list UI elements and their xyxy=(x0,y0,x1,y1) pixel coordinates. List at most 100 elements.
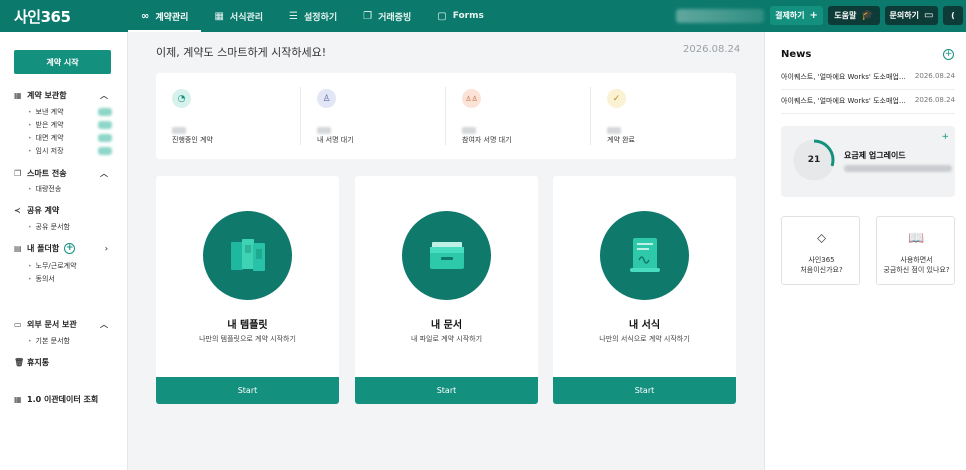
status-label: 참여자 서명 대기 xyxy=(462,136,512,144)
chat-icon: ▭ xyxy=(924,10,934,21)
check-icon: ✓ xyxy=(607,89,626,108)
blurred-count xyxy=(172,127,186,134)
direction-sign-icon: ⬦ xyxy=(816,231,827,246)
right-panel: News + 아이퀘스트, '얼마에요 Works' 도소매업서비스 출시 20… xyxy=(764,32,966,470)
trash-icon: 🗑 xyxy=(14,358,25,367)
copy-icon: ❐ xyxy=(363,10,373,22)
status-participant-signature[interactable]: ♙♙ 참여자 서명 대기 xyxy=(446,73,591,159)
card-description: 내 파일로 계약 시작하기 xyxy=(410,335,483,343)
grid-icon: ▦ xyxy=(214,10,224,22)
sidebar-item-legacy-data[interactable]: ▦ 1.0 이관데이터 조회 xyxy=(14,394,112,405)
card-description: 나만의 서식으로 계약 시작하기 xyxy=(599,335,690,343)
help-button[interactable]: 도움말 🎓 xyxy=(828,6,880,25)
status-my-signature[interactable]: ♙ 내 서명 대기 xyxy=(301,73,446,159)
contract-status-summary: ◔ 진행중인 계약 ♙ 내 서명 대기 ♙♙ 참여자 서명 대기 ✓ 계약 완료 xyxy=(156,73,736,159)
archive-icon: ▭ xyxy=(14,320,22,329)
nav-label: 설정하기 xyxy=(304,12,338,23)
sidebar-item-consent[interactable]: 동의서 xyxy=(28,274,112,284)
sidebar-item-shared-docs[interactable]: 공유 문서함 xyxy=(28,222,112,232)
card-title: 내 템플릿 xyxy=(227,320,268,331)
card-title: 내 문서 xyxy=(430,320,463,331)
overflow-button[interactable]: ( xyxy=(943,6,963,25)
blurred-user-info xyxy=(676,9,764,23)
inquiry-button[interactable]: 문의하기 ▭ xyxy=(885,6,938,25)
sidebar-item-basic-docs[interactable]: 기본 문서함 xyxy=(28,336,112,346)
guide-line-2: 처음이신가요? xyxy=(800,266,843,274)
chevron-up-icon[interactable]: ︿ xyxy=(100,90,108,101)
sidebar-item-labor-contract[interactable]: 노무/근로계약 xyxy=(28,261,112,271)
nav-settings[interactable]: ☰ 설정하기 xyxy=(276,0,350,32)
nav-form-management[interactable]: ▦ 서식관리 xyxy=(201,0,276,32)
guide-line-1: 사인365 xyxy=(808,256,835,264)
sliders-icon: ☰ xyxy=(289,10,299,22)
pay-button[interactable]: 결제하기 + xyxy=(770,6,823,25)
news-item[interactable]: 아이퀘스트, '얼마에요 Works' 도소매업서비스 출시 2026.08.2… xyxy=(781,72,955,82)
sidebar-item-trash[interactable]: 🗑 휴지통 xyxy=(14,357,112,368)
chevron-up-icon[interactable]: ︿ xyxy=(100,168,108,179)
plus-icon[interactable]: + xyxy=(941,132,949,142)
main-nav: ∞ 계약관리 ▦ 서식관리 ☰ 설정하기 ❐ 거래증빙 ▢ Forms xyxy=(128,0,497,32)
add-folder-icon[interactable]: + xyxy=(64,243,76,254)
stack-icon: ❐ xyxy=(14,169,22,178)
clock-icon: ◔ xyxy=(172,89,191,108)
faq-card[interactable]: 📖 사용하면서 궁금하신 점이 있나요? xyxy=(876,216,955,285)
nav-label: Forms xyxy=(452,11,484,21)
plus-icon: + xyxy=(809,10,818,21)
clipboard-icon: ▢ xyxy=(437,10,447,22)
sidebar-section-smart-send[interactable]: ❐ 스마트 전송 ︿ xyxy=(14,168,112,179)
card-description: 나만의 템플릿으로 계약 시작하기 xyxy=(199,335,296,343)
chevron-right-icon[interactable]: › xyxy=(105,244,108,253)
news-text: 아이퀘스트, '얼마에요 Works' 도소매업서비스 출시 xyxy=(781,97,909,105)
card-my-template: 내 템플릿 나만의 템플릿으로 계약 시작하기 Start xyxy=(156,176,339,404)
app-logo[interactable]: 사인365 xyxy=(0,6,128,27)
welcome-message: 이제, 계약도 스마트하게 시작하세요! xyxy=(156,46,327,59)
blurred-count xyxy=(607,127,621,134)
nav-label: 서식관리 xyxy=(229,12,264,23)
top-navigation-bar: 사인365 ∞ 계약관리 ▦ 서식관리 ☰ 설정하기 ❐ 거래증빙 ▢ Form… xyxy=(0,0,966,32)
faq-line-2: 궁금하신 점이 있나요? xyxy=(883,266,950,274)
status-label: 내 서명 대기 xyxy=(317,136,354,144)
blurred-count xyxy=(462,127,476,134)
nav-contract-management[interactable]: ∞ 계약관리 xyxy=(128,0,202,32)
start-contract-button[interactable]: 계약 시작 xyxy=(14,50,111,74)
card-my-document: 내 문서 내 파일로 계약 시작하기 Start xyxy=(355,176,538,404)
nav-forms[interactable]: ▢ Forms xyxy=(424,0,497,32)
news-date: 2026.08.24 xyxy=(914,96,955,104)
sidebar-item-sent[interactable]: 보낸 계약 xyxy=(28,107,112,117)
plan-title: 요금제 업그레이드 xyxy=(844,151,906,160)
sidebar-section-my-folder[interactable]: ▤ 내 폴더함 + › xyxy=(14,243,112,254)
nav-label: 계약관리 xyxy=(155,12,189,23)
start-form-button[interactable]: Start xyxy=(553,377,736,404)
sidebar-item-draft[interactable]: 임시 저장 xyxy=(28,146,112,156)
sidebar-section-shared[interactable]: ≺ 공유 계약 xyxy=(14,205,112,216)
graduation-cap-icon: 🎓 xyxy=(861,10,874,21)
news-text: 아이퀘스트, '얼마에요 Works' 도소매업서비스 출시 xyxy=(781,73,909,81)
share-icon: ≺ xyxy=(14,206,21,215)
sidebar: 계약 시작 ▦ 계약 보관함 ︿ 보낸 계약 받은 계약 대면 계약 임시 저장… xyxy=(0,32,128,470)
book-icon: 📖 xyxy=(908,231,925,246)
plan-upgrade-card[interactable]: 21 요금제 업그레이드 + xyxy=(781,126,955,197)
card-my-form: 내 서식 나만의 서식으로 계약 시작하기 Start xyxy=(553,176,736,404)
sidebar-section-external-docs[interactable]: ▭ 외부 문서 보관 ︿ xyxy=(14,319,112,330)
start-document-button[interactable]: Start xyxy=(355,377,538,404)
sidebar-item-received[interactable]: 받은 계약 xyxy=(28,120,112,130)
sidebar-item-bulk-send[interactable]: 대량전송 xyxy=(28,184,112,194)
status-in-progress[interactable]: ◔ 진행중인 계약 xyxy=(156,73,301,159)
users-icon: ♙♙ xyxy=(462,89,481,108)
infinity-icon: ∞ xyxy=(141,10,150,22)
file-drawer-icon xyxy=(402,211,491,300)
news-more-icon[interactable]: + xyxy=(943,49,954,60)
sidebar-item-in-person[interactable]: 대면 계약 xyxy=(28,133,112,143)
chevron-up-icon[interactable]: ︿ xyxy=(100,319,108,330)
start-template-button[interactable]: Start xyxy=(156,377,339,404)
news-item[interactable]: 아이퀘스트, '얼마에요 Works' 도소매업서비스 출시 2026.08.2… xyxy=(781,96,955,106)
nav-transaction-proof[interactable]: ❐ 거래증빙 xyxy=(350,0,424,32)
first-time-guide-card[interactable]: ⬦ 사인365 처음이신가요? xyxy=(781,216,860,285)
template-icon xyxy=(203,211,292,300)
status-completed[interactable]: ✓ 계약 완료 xyxy=(591,73,736,159)
blurred-plan-info xyxy=(844,165,952,172)
card-title: 내 서식 xyxy=(628,320,661,331)
nav-label: 거래증빙 xyxy=(378,12,412,23)
plan-count: 21 xyxy=(807,155,821,165)
sidebar-section-contracts[interactable]: ▦ 계약 보관함 ︿ xyxy=(14,90,112,101)
